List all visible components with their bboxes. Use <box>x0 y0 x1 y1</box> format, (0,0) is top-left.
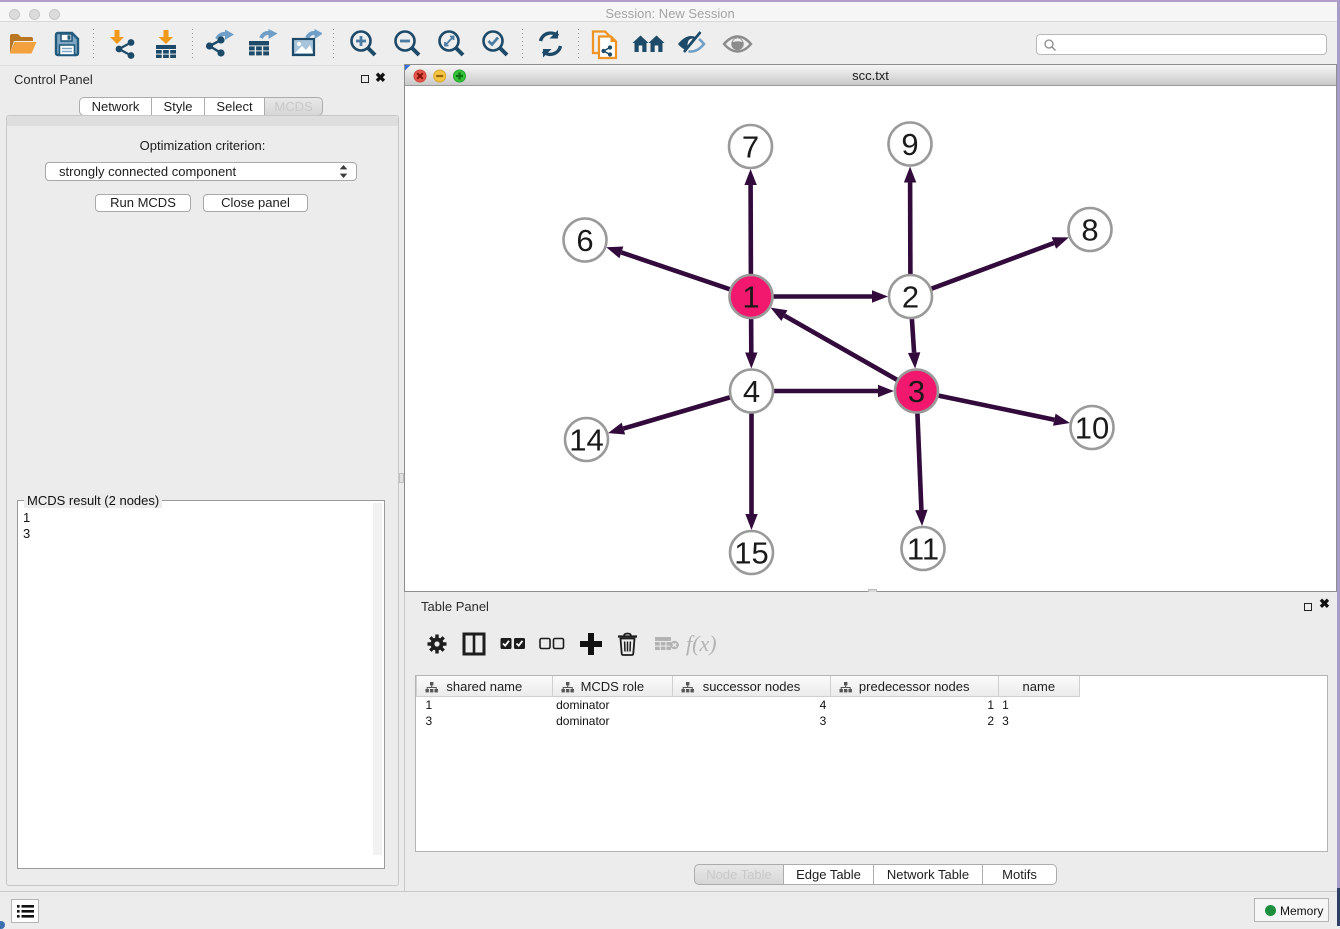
svg-text:9: 9 <box>901 127 918 162</box>
svg-text:1: 1 <box>742 280 759 315</box>
svg-text:2: 2 <box>902 280 919 315</box>
svg-text:14: 14 <box>569 423 603 458</box>
svg-text:7: 7 <box>742 130 759 165</box>
svg-text:3: 3 <box>908 374 925 409</box>
svg-text:8: 8 <box>1081 213 1098 248</box>
svg-text:10: 10 <box>1075 411 1109 446</box>
svg-text:15: 15 <box>734 536 768 571</box>
svg-text:6: 6 <box>576 223 593 258</box>
svg-text:11: 11 <box>907 532 939 567</box>
svg-text:4: 4 <box>743 374 760 409</box>
